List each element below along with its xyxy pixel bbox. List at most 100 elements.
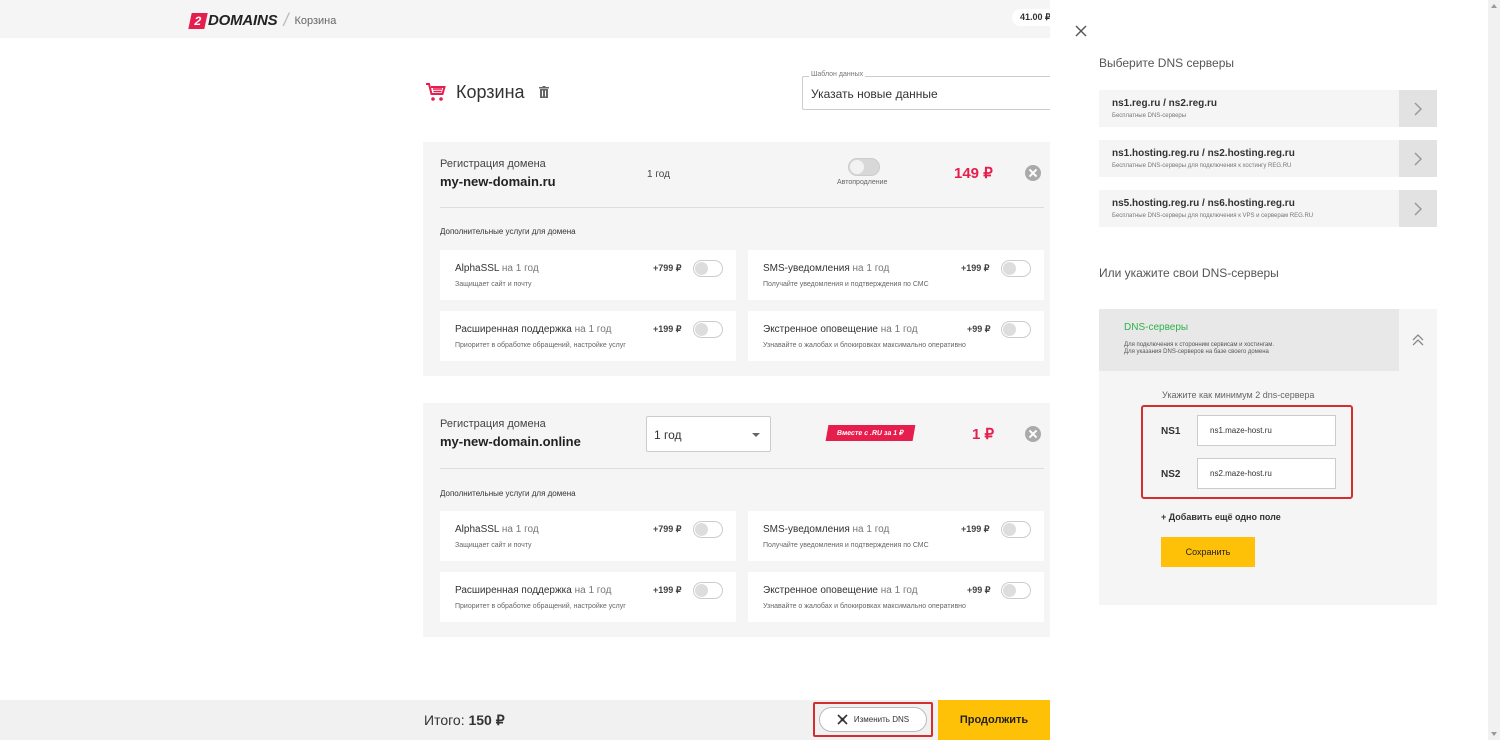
order-total: Итого: 150 ₽: [424, 712, 505, 728]
scroll-up-icon[interactable]: [1491, 4, 1497, 8]
service-price: +199 ₽: [961, 263, 990, 273]
service-desc: Узнавайте о жалобах и блокировках максим…: [763, 342, 966, 349]
divider: [440, 468, 1044, 469]
remove-icon[interactable]: [1025, 165, 1041, 181]
min-servers-hint: Укажите как минимум 2 dns-сервера: [1162, 390, 1315, 400]
dns-panel-title: Выберите DNS серверы: [1099, 56, 1235, 70]
service-desc: Узнавайте о жалобах и блокировках максим…: [763, 603, 966, 610]
service-name: SMS-уведомления на 1 год: [763, 263, 890, 274]
template-select[interactable]: Шаблон данных Указать новые данные: [802, 71, 1062, 110]
chevron-up-double-icon[interactable]: [1399, 309, 1437, 371]
service-name: AlphaSSL на 1 год: [455, 524, 539, 535]
autorenew-toggle[interactable]: [848, 158, 880, 176]
continue-button[interactable]: Продолжить: [938, 700, 1050, 740]
service-price: +199 ₽: [961, 524, 990, 534]
promo-badge: Вместе с .RU за 1 ₽: [825, 425, 915, 441]
scrollbar[interactable]: [1488, 0, 1500, 740]
registration-label: Регистрация домена: [440, 158, 546, 170]
service-toggle[interactable]: [1001, 582, 1031, 599]
custom-dns-header[interactable]: DNS-серверы Для подключения к сторонним …: [1099, 309, 1399, 371]
period-value: 1 год: [654, 428, 682, 442]
custom-dns-label: DNS-серверы: [1124, 322, 1189, 333]
dns-option-vps[interactable]: ns5.hosting.reg.ru / ns6.hosting.reg.ru …: [1099, 190, 1437, 227]
template-legend: Шаблон данных: [809, 71, 866, 78]
custom-dns-section: DNS-серверы Для подключения к сторонним …: [1099, 309, 1437, 605]
dns-option-name: ns1.reg.ru / ns2.reg.ru: [1112, 98, 1218, 109]
cart-header: Корзина: [424, 80, 549, 104]
change-dns-button[interactable]: Изменить DNS: [819, 707, 927, 732]
service-toggle[interactable]: [693, 260, 723, 277]
chevron-right-icon: [1399, 90, 1437, 127]
chevron-right-icon: [1399, 190, 1437, 227]
service-toggle[interactable]: [1001, 521, 1031, 538]
domain-price: 149 ₽: [954, 165, 993, 182]
custom-dns-desc: Для подключения к сторонним сервисам и х…: [1124, 342, 1275, 355]
addons-title: Дополнительные услуги для домена: [440, 489, 576, 498]
ns1-label: NS1: [1161, 426, 1181, 437]
add-field-link[interactable]: + Добавить ещё одно поле: [1161, 512, 1281, 522]
service-toggle[interactable]: [693, 582, 723, 599]
service-name: Экстренное оповещение на 1 год: [763, 324, 918, 335]
service-price: +199 ₽: [653, 585, 682, 595]
autorenew-label: Автопродление: [837, 179, 888, 186]
service-name: SMS-уведомления на 1 год: [763, 524, 890, 535]
service-desc: Защищает сайт и почту: [455, 542, 532, 549]
service-price: +199 ₽: [653, 324, 682, 334]
remove-icon[interactable]: [1025, 426, 1041, 442]
dns-option-desc: Бесплатные DNS-серверы: [1112, 113, 1187, 119]
dns-option-desc: Бесплатные DNS-серверы для подключения к…: [1112, 163, 1292, 169]
service-desc: Получайте уведомления и подтверждения по…: [763, 542, 929, 549]
dns-option-desc: Бесплатные DNS-серверы для подключения к…: [1112, 213, 1314, 219]
close-icon[interactable]: [1074, 24, 1088, 38]
dns-option-name: ns1.hosting.reg.ru / ns2.hosting.reg.ru: [1112, 148, 1295, 159]
domain-price: 1 ₽: [972, 426, 995, 443]
breadcrumb-separator: /: [283, 10, 289, 30]
service-toggle[interactable]: [1001, 321, 1031, 338]
logo[interactable]: 2 DOMAINS / Корзина: [188, 10, 336, 31]
dns-option-name: ns5.hosting.reg.ru / ns6.hosting.reg.ru: [1112, 198, 1295, 209]
breadcrumb[interactable]: Корзина: [294, 15, 336, 27]
service-card-alphassl: AlphaSSL на 1 год Защищает сайт и почту …: [440, 511, 736, 561]
service-toggle[interactable]: [693, 521, 723, 538]
service-desc: Приоритет в обработке обращений, настрой…: [455, 603, 626, 610]
scroll-down-icon[interactable]: [1491, 732, 1497, 736]
domain-item: Регистрация домена my-new-domain.ru 1 го…: [423, 142, 1053, 376]
service-card-support: Расширенная поддержка на 1 год Приоритет…: [440, 572, 736, 622]
trash-icon[interactable]: [538, 86, 549, 98]
service-name: Экстренное оповещение на 1 год: [763, 585, 918, 596]
dns-option-reg[interactable]: ns1.reg.ru / ns2.reg.ru Бесплатные DNS-с…: [1099, 90, 1437, 127]
logo-text: DOMAINS: [208, 12, 278, 29]
custom-dns-title: Или укажите свои DNS-серверы: [1099, 266, 1279, 280]
period-select[interactable]: 1 год: [646, 416, 771, 452]
ns2-input[interactable]: [1197, 458, 1336, 489]
domain-name: my-new-domain.online: [440, 434, 581, 449]
service-card-alert: Экстренное оповещение на 1 год Узнавайте…: [748, 572, 1044, 622]
service-desc: Защищает сайт и почту: [455, 281, 532, 288]
ns1-input[interactable]: [1197, 415, 1336, 446]
divider: [440, 207, 1044, 208]
chevron-right-icon: [1399, 140, 1437, 177]
service-price: +799 ₽: [653, 263, 682, 273]
dns-option-hosting[interactable]: ns1.hosting.reg.ru / ns2.hosting.reg.ru …: [1099, 140, 1437, 177]
service-desc: Получайте уведомления и подтверждения по…: [763, 281, 929, 288]
service-price: +799 ₽: [653, 524, 682, 534]
template-value: Указать новые данные: [811, 87, 938, 101]
service-toggle[interactable]: [693, 321, 723, 338]
dns-icon: [837, 714, 848, 725]
service-card-sms: SMS-уведомления на 1 год Получайте уведо…: [748, 250, 1044, 300]
service-price: +99 ₽: [967, 585, 991, 595]
chevron-down-icon: [752, 433, 760, 437]
service-name: Расширенная поддержка на 1 год: [455, 324, 612, 335]
service-card-alphassl: AlphaSSL на 1 год Защищает сайт и почту …: [440, 250, 736, 300]
service-name: Расширенная поддержка на 1 год: [455, 585, 612, 596]
service-toggle[interactable]: [1001, 260, 1031, 277]
save-button[interactable]: Сохранить: [1161, 537, 1255, 567]
service-name: AlphaSSL на 1 год: [455, 263, 539, 274]
registration-label: Регистрация домена: [440, 418, 546, 430]
service-price: +99 ₽: [967, 324, 991, 334]
domain-item: Регистрация домена my-new-domain.online …: [423, 403, 1053, 637]
logo-mark: 2: [188, 12, 208, 29]
cart-icon: [426, 83, 446, 101]
service-card-sms: SMS-уведомления на 1 год Получайте уведо…: [748, 511, 1044, 561]
service-card-alert: Экстренное оповещение на 1 год Узнавайте…: [748, 311, 1044, 361]
